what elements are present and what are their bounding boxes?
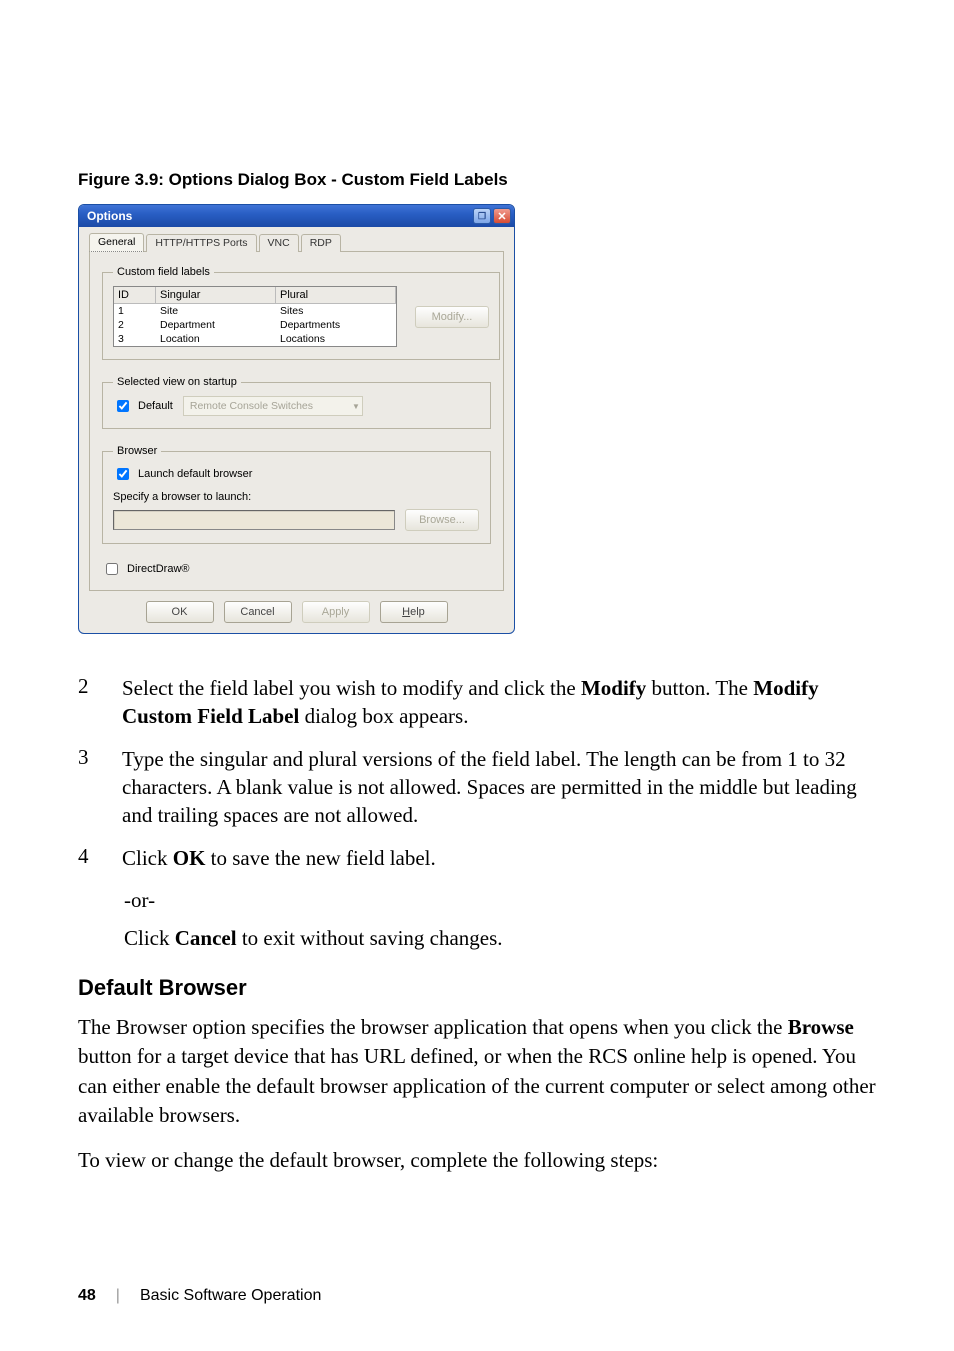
step-text: Type the singular and plural versions of… (122, 745, 876, 830)
tab-general[interactable]: General (89, 233, 144, 252)
table-cell[interactable]: 1 (114, 304, 156, 318)
specify-label: Specify a browser to launch: (113, 491, 480, 503)
directdraw-checkbox[interactable]: DirectDraw® (102, 560, 491, 578)
group-startup: Selected view on startup Default Remote … (102, 376, 491, 429)
restore-icon[interactable]: ❐ (473, 208, 491, 224)
tab-vnc[interactable]: VNC (259, 234, 299, 252)
step-number: 2 (78, 674, 94, 731)
default-checkbox[interactable]: Default (113, 397, 173, 415)
group-custom-field-labels: Custom field labels ID Singular Plural 1… (102, 266, 500, 360)
table-cell[interactable]: 3 (114, 332, 156, 346)
step-number: 3 (78, 745, 94, 830)
tab-rdp[interactable]: RDP (301, 234, 341, 252)
modify-button[interactable]: Modify... (415, 306, 489, 328)
page-number: 48 (78, 1287, 96, 1305)
startup-dropdown[interactable]: Remote Console Switches ▼ (183, 396, 363, 416)
launch-default-checkbox-input[interactable] (117, 468, 129, 480)
table-cell[interactable]: Department (156, 318, 276, 332)
apply-button[interactable]: Apply (302, 601, 370, 623)
default-checkbox-label: Default (138, 400, 173, 412)
tabstrip: General HTTP/HTTPS Ports VNC RDP (89, 233, 504, 251)
section-heading: Default Browser (78, 975, 876, 1001)
chevron-down-icon: ▼ (352, 402, 360, 411)
footer-divider: | (116, 1287, 120, 1305)
figure-caption: Figure 3.9: Options Dialog Box - Custom … (78, 170, 876, 190)
tab-http[interactable]: HTTP/HTTPS Ports (146, 234, 256, 252)
directdraw-checkbox-input[interactable] (106, 563, 118, 575)
body-paragraph: To view or change the default browser, c… (78, 1146, 876, 1175)
options-dialog: Options ❐ ✕ General HTTP/HTTPS Ports VNC… (78, 204, 515, 634)
step-number: 4 (78, 844, 94, 872)
col-plural: Plural (276, 287, 396, 304)
table-cell[interactable]: Locations (276, 332, 396, 346)
table-cell[interactable]: 2 (114, 318, 156, 332)
table-cell[interactable]: Sites (276, 304, 396, 318)
step-text: Select the field label you wish to modif… (122, 674, 876, 731)
launch-default-checkbox-label: Launch default browser (138, 468, 252, 480)
custom-labels-table[interactable]: ID Singular Plural 1 Site Sites 2 Depart… (113, 286, 397, 347)
startup-dropdown-value: Remote Console Switches (190, 400, 313, 412)
col-id: ID (114, 287, 156, 304)
table-cell[interactable]: Location (156, 332, 276, 346)
ok-button[interactable]: OK (146, 601, 214, 623)
dialog-title: Options (87, 209, 132, 223)
table-cell[interactable]: Departments (276, 318, 396, 332)
col-singular: Singular (156, 287, 276, 304)
group-browser: Browser Launch default browser Specify a… (102, 445, 491, 544)
directdraw-checkbox-label: DirectDraw® (127, 563, 190, 575)
titlebar: Options ❐ ✕ (79, 205, 514, 227)
body-paragraph: The Browser option specifies the browser… (78, 1013, 876, 1131)
close-icon[interactable]: ✕ (493, 208, 511, 224)
group-startup-legend: Selected view on startup (113, 376, 241, 388)
cancel-button[interactable]: Cancel (224, 601, 292, 623)
launch-default-checkbox[interactable]: Launch default browser (113, 465, 480, 483)
help-button[interactable]: Help (380, 601, 448, 623)
table-cell[interactable]: Site (156, 304, 276, 318)
page-footer: 48 | Basic Software Operation (78, 1287, 321, 1305)
step-text: Click OK to save the new field label. (122, 844, 436, 872)
chapter-title: Basic Software Operation (140, 1287, 321, 1305)
or-text: -or- (124, 886, 876, 914)
browse-button[interactable]: Browse... (405, 509, 479, 531)
group-browser-legend: Browser (113, 445, 161, 457)
group-custom-legend: Custom field labels (113, 266, 214, 278)
browser-path-input[interactable] (113, 510, 395, 530)
default-checkbox-input[interactable] (117, 400, 129, 412)
step-alt-text: Click Cancel to exit without saving chan… (124, 924, 876, 952)
